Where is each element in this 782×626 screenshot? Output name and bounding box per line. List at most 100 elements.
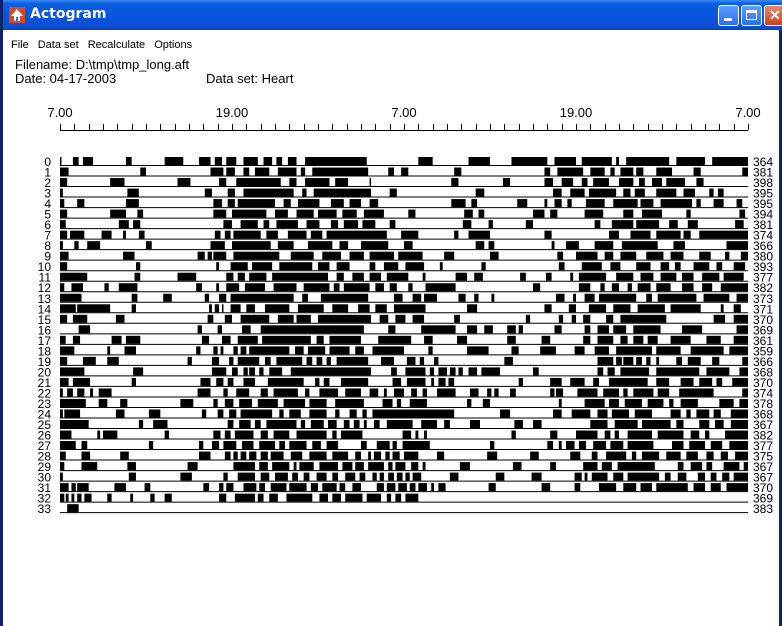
activity-bar [584,325,591,334]
activity-bar [558,262,565,271]
activity-bar [623,188,631,197]
activity-bar [444,251,455,260]
activity-bar [487,451,498,460]
activity-bar [670,409,681,418]
activity-bar [124,346,136,355]
activity-bar [236,178,281,187]
activity-bar [60,157,62,165]
activity-bar [330,199,344,208]
activity-bar [736,293,748,302]
activity-bar [277,314,294,323]
activity-bar [550,209,558,218]
activity-bar [264,304,290,313]
activity-bar [388,167,394,176]
activity-bar [200,377,211,386]
activity-bar [273,283,297,292]
activity-bar [550,388,555,397]
activity-bar [125,335,141,344]
activity-bar [60,398,86,407]
activity-bar [239,398,253,407]
activity-bar [107,356,119,365]
activity-bar [242,325,251,334]
activity-bar [482,398,490,407]
activity-bar [412,314,425,323]
activity-bar [249,367,255,376]
activity-bar [243,483,257,492]
activity-bar [60,230,68,239]
activity-bar [540,346,556,355]
activity-bar [283,199,291,208]
activity-bar [363,420,367,428]
activity-bar [488,241,495,250]
activity-bar [213,209,227,218]
activity-bar [739,209,746,218]
activity-bar [565,241,579,250]
activity-bar [514,420,523,428]
activity-bar [243,377,255,386]
activity-bar [405,262,425,271]
activity-bar [369,251,394,260]
activity-bar [594,241,614,250]
activity-bar [383,388,387,397]
activity-bar [349,199,361,208]
activity-bar [358,304,370,313]
activity-bar [293,462,297,471]
activity-bar [383,262,399,271]
activity-bar [369,262,376,271]
activity-bar [620,314,667,323]
activity-bar [214,230,221,239]
activity-bar [733,335,748,344]
activity-bar [259,462,268,471]
activity-bar [550,377,562,386]
activity-bar [299,462,314,471]
activity-bar [214,304,220,313]
activity-bar [616,272,634,281]
activity-bar [554,325,562,334]
activity-bar [236,388,250,397]
activity-bar [570,451,581,460]
activity-bar [333,283,340,292]
activity-bar [603,388,619,397]
actogram-plot: 7.00 19.00 7.00 19.00 7.000 3641 3812 3983 3954 3… [38,105,774,516]
activity-bar [720,451,728,460]
activity-bar [396,398,402,407]
activity-bar [220,346,224,355]
activity-bar [318,209,337,218]
activity-bar [233,230,261,239]
activity-bar [389,188,397,197]
activity-bar [733,304,741,313]
activity-bar [395,462,406,471]
activity-bar [101,230,112,239]
activity-bar [512,462,522,471]
activity-bar [488,220,493,229]
activity-bar [385,451,390,460]
activity-bar [322,251,341,260]
activity-bar [216,283,220,292]
activity-bar [209,304,212,313]
activity-bar [733,314,748,323]
activity-bar [74,241,79,250]
activity-bar [353,420,360,428]
activity-bar [574,483,581,492]
activity-bar [395,493,402,502]
activity-bar [187,462,198,471]
activity-bar [533,283,541,292]
activity-bar [494,388,499,397]
activity-bar [269,367,283,376]
activity-bar [634,188,645,197]
activity-bar [240,220,258,229]
axis-tick-label: 7.00 [391,105,416,120]
activity-bar [323,377,330,386]
activity-bar [713,314,726,323]
activity-bar [133,367,144,376]
activity-bar [706,451,714,460]
activity-bar [640,483,652,492]
activity-bar [290,367,372,376]
activity-bar [310,483,318,492]
activity-bar [388,325,396,334]
activity-bar [457,335,468,344]
activity-bar [373,451,382,460]
activity-bar [504,356,513,365]
activity-bar [296,314,311,323]
activity-bar [223,472,228,481]
